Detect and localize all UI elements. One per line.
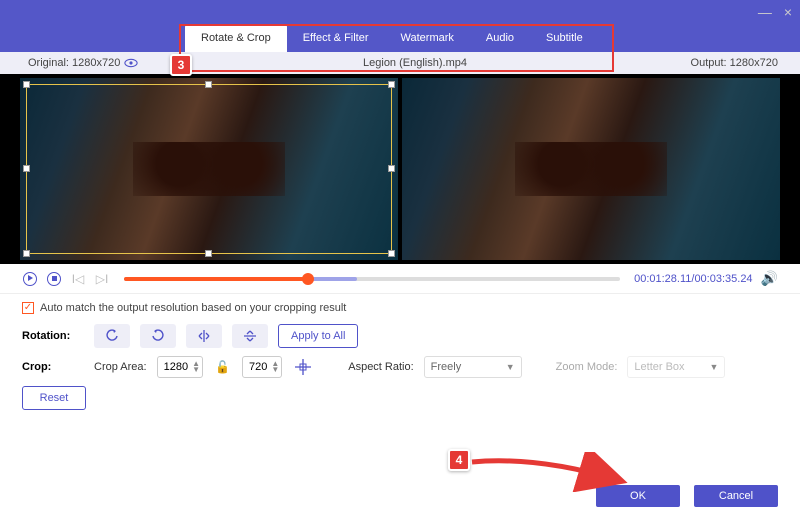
crop-handle[interactable] xyxy=(205,250,212,257)
flip-vertical-button[interactable] xyxy=(232,324,268,348)
crop-handle[interactable] xyxy=(23,81,30,88)
time-display: 00:01:28.11/00:03:35.24 xyxy=(634,273,752,285)
seek-slider[interactable] xyxy=(124,277,620,281)
original-resolution-label: Original: 1280x720 xyxy=(28,57,120,69)
original-preview[interactable] xyxy=(20,78,398,260)
crop-width-input[interactable]: 1280▲▼ xyxy=(157,356,203,378)
crop-area-label: Crop Area: xyxy=(94,361,147,373)
preview-area xyxy=(0,74,800,264)
next-frame-button[interactable]: ▷I xyxy=(94,271,110,287)
crop-label: Crop: xyxy=(22,361,84,373)
reset-button[interactable]: Reset xyxy=(22,386,86,410)
play-button[interactable] xyxy=(22,271,38,287)
filename-label: Legion (English).mp4 xyxy=(160,57,670,69)
tab-bar: Rotate & Crop Effect & Filter Watermark … xyxy=(0,24,800,52)
footer: OK Cancel xyxy=(596,485,778,507)
rotate-left-button[interactable] xyxy=(94,324,130,348)
crop-handle[interactable] xyxy=(388,81,395,88)
tab-watermark[interactable]: Watermark xyxy=(385,24,470,52)
zoom-mode-select: Letter Box▼ xyxy=(627,356,725,378)
stop-button[interactable] xyxy=(46,271,62,287)
aspect-ratio-label: Aspect Ratio: xyxy=(348,361,413,373)
output-preview xyxy=(402,78,780,260)
crop-handle[interactable] xyxy=(23,165,30,172)
volume-icon[interactable]: 🔊 xyxy=(761,270,778,287)
zoom-mode-label: Zoom Mode: xyxy=(556,361,618,373)
tab-rotate-crop[interactable]: Rotate & Crop xyxy=(185,24,287,52)
flip-horizontal-button[interactable] xyxy=(186,324,222,348)
crop-frame[interactable] xyxy=(26,84,392,254)
rotate-right-button[interactable] xyxy=(140,324,176,348)
auto-match-label: Auto match the output resolution based o… xyxy=(40,302,346,314)
aspect-ratio-select[interactable]: Freely▼ xyxy=(424,356,522,378)
controls-panel: ✓ Auto match the output resolution based… xyxy=(0,294,800,422)
lock-aspect-icon[interactable]: 🔓 xyxy=(213,360,232,374)
tab-subtitle[interactable]: Subtitle xyxy=(530,24,599,52)
auto-match-checkbox[interactable]: ✓ xyxy=(22,302,34,314)
file-info-row: Original: 1280x720 Legion (English).mp4 … xyxy=(0,52,800,74)
crop-handle[interactable] xyxy=(23,250,30,257)
minimize-button[interactable]: — xyxy=(758,5,772,19)
annotation-callout-4: 4 xyxy=(448,449,470,471)
eye-icon xyxy=(124,58,138,68)
ok-button[interactable]: OK xyxy=(596,485,680,507)
tab-audio[interactable]: Audio xyxy=(470,24,530,52)
titlebar: — × xyxy=(0,0,800,24)
crop-handle[interactable] xyxy=(205,81,212,88)
apply-to-all-button[interactable]: Apply to All xyxy=(278,324,358,348)
prev-frame-button[interactable]: I◁ xyxy=(70,271,86,287)
annotation-callout-3: 3 xyxy=(170,54,192,76)
tab-effect-filter[interactable]: Effect & Filter xyxy=(287,24,385,52)
close-button[interactable]: × xyxy=(784,5,792,19)
crop-handle[interactable] xyxy=(388,165,395,172)
rotation-label: Rotation: xyxy=(22,330,84,342)
cancel-button[interactable]: Cancel xyxy=(694,485,778,507)
crop-height-input[interactable]: 720▲▼ xyxy=(242,356,282,378)
playback-bar: I◁ ▷I 00:01:28.11/00:03:35.24 🔊 xyxy=(0,264,800,294)
crop-handle[interactable] xyxy=(388,250,395,257)
output-resolution-label: Output: 1280x720 xyxy=(670,57,800,69)
crop-position-button[interactable] xyxy=(292,356,314,378)
